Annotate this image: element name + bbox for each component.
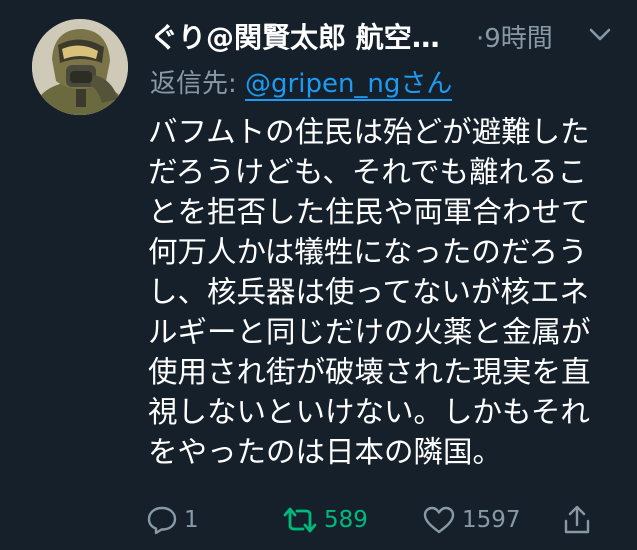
tweet-text-line: し、核兵器は使ってないが核エネ [148, 275, 590, 309]
tweet-text-line: ルギーと同じだけの火薬と金属が [148, 315, 591, 349]
tweet-text-line: 使用され街が破壊された現実を直 [148, 355, 591, 389]
tweet-text-line: 何万人かは犠牲になったのだろう [148, 235, 588, 269]
like-count: 1597 [462, 507, 521, 533]
heart-icon [423, 506, 455, 534]
avatar[interactable] [32, 19, 128, 115]
retweet-icon [283, 507, 317, 533]
share-icon [564, 505, 590, 534]
tweet-text-line: バフムトの住民は殆どが避難した [148, 115, 590, 149]
reply-to-link[interactable]: @gripen_ngさん [245, 69, 453, 101]
chevron-down-icon[interactable] [587, 26, 613, 44]
retweet-button[interactable]: 589 [282, 498, 368, 542]
retweet-count: 589 [324, 507, 368, 533]
pilot-helmet-avatar-image [32, 19, 128, 115]
tweet-text-line: 視しないといけない。しかもそれ [148, 395, 590, 429]
tweet-text: バフムトの住民は殆どが避難した だろうけども、それでも離れるこ とを拒否した住民… [148, 112, 598, 472]
reply-prefix: 返信先: [150, 69, 246, 99]
timestamp[interactable]: ·9時間 [476, 18, 553, 55]
share-button[interactable] [562, 498, 592, 542]
reply-count: 1 [184, 507, 199, 533]
display-name[interactable]: ぐり@関賢太郎 航空… [150, 16, 440, 56]
reply-context: 返信先: @gripen_ngさん [150, 63, 453, 101]
tweet-action-bar: 1 589 1597 [0, 498, 637, 542]
tweet-text-line: をやったのは日本の隣国。 [148, 435, 503, 469]
speech-bubble-icon [147, 506, 177, 535]
tweet-text-line: だろうけども、それでも離れるこ [148, 155, 587, 189]
tweet-header: ぐり@関賢太郎 航空… ·9時間 [150, 14, 620, 58]
reply-button[interactable]: 1 [146, 498, 199, 542]
like-button[interactable]: 1597 [422, 498, 521, 542]
tweet-text-line: とを拒否した住民や両軍合わせて [148, 195, 591, 229]
